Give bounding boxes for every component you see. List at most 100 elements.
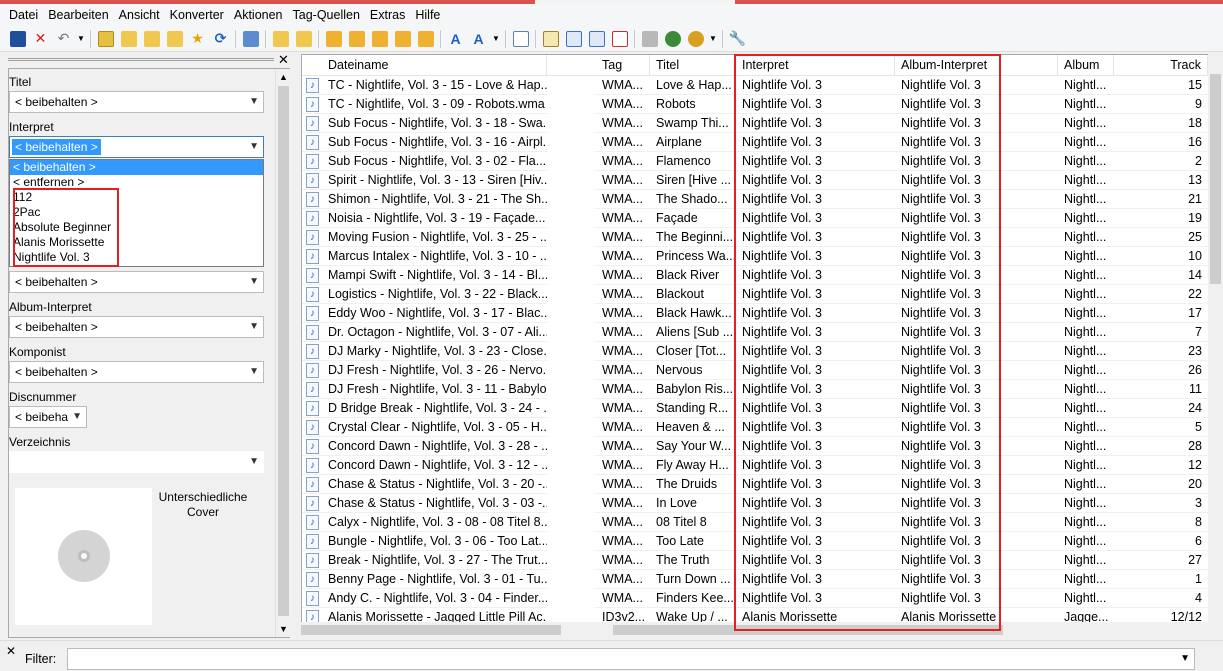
scroll-thumb[interactable] xyxy=(278,86,289,616)
panel-close-icon[interactable]: ✕ xyxy=(278,52,289,68)
table-row[interactable]: ♪ Crystal Clear - Nightlife, Vol. 3 - 05 … xyxy=(302,418,1222,437)
table-row[interactable]: ♪ Chase & Status - Nightlife, Vol. 3 - 03… xyxy=(302,494,1222,513)
cover-image[interactable] xyxy=(15,488,152,625)
grid-vertical-scrollbar[interactable] xyxy=(1208,54,1223,624)
filter-input[interactable]: ▼ xyxy=(67,648,1195,670)
table-row[interactable]: ♪ D Bridge Break - Nightlife, Vol. 3 - 24… xyxy=(302,399,1222,418)
folder-open-icon[interactable] xyxy=(117,28,140,50)
undo-dropdown-icon[interactable]: ▼ xyxy=(75,28,87,50)
chevron-down-icon[interactable]: ▼ xyxy=(249,452,259,472)
web-dropdown-arrow-icon[interactable]: ▼ xyxy=(707,28,719,50)
playlist-2-icon[interactable] xyxy=(585,28,608,50)
table-row[interactable]: ♪ Mampi Swift - Nightlife, Vol. 3 - 14 - … xyxy=(302,266,1222,285)
table-row[interactable]: ♪ Sub Focus - Nightlife, Vol. 3 - 02 - Fl… xyxy=(302,152,1222,171)
table-row[interactable]: ♪ Moving Fusion - Nightlife, Vol. 3 - 25 … xyxy=(302,228,1222,247)
chevron-down-icon[interactable]: ▼ xyxy=(249,362,259,382)
convert-1-icon[interactable] xyxy=(322,28,345,50)
table-row[interactable]: ♪ DJ Marky - Nightlife, Vol. 3 - 23 - Clo… xyxy=(302,342,1222,361)
table-row[interactable]: ♪ TC - Nightlife, Vol. 3 - 09 - Robots.wm… xyxy=(302,95,1222,114)
text-format-icon[interactable]: A xyxy=(467,28,490,50)
table-row[interactable]: ♪ Chase & Status - Nightlife, Vol. 3 - 20… xyxy=(302,475,1222,494)
playlist-icon[interactable] xyxy=(562,28,585,50)
list-icon[interactable] xyxy=(239,28,262,50)
scroll-down-icon[interactable]: ▼ xyxy=(276,621,291,637)
table-row[interactable]: ♪ Marcus Intalex - Nightlife, Vol. 3 - 10… xyxy=(302,247,1222,266)
print-icon[interactable] xyxy=(638,28,661,50)
chevron-down-icon[interactable]: ▼ xyxy=(249,92,259,112)
table-row[interactable]: ♪ Break - Nightlife, Vol. 3 - 27 - The Tr… xyxy=(302,551,1222,570)
titel-combo[interactable]: < beibehalten > ▼ xyxy=(9,91,264,113)
save-icon[interactable] xyxy=(6,28,29,50)
table-row[interactable]: ♪ Eddy Woo - Nightlife, Vol. 3 - 17 - Bla… xyxy=(302,304,1222,323)
scroll-up-icon[interactable]: ▲ xyxy=(276,69,291,85)
convert-3-icon[interactable] xyxy=(368,28,391,50)
column-header-album[interactable]: Album xyxy=(1058,55,1114,76)
album-interpret-combo[interactable]: < beibehalten > ▼ xyxy=(9,316,264,338)
settings-icon[interactable]: 🔧 xyxy=(726,28,749,50)
komponist-combo[interactable]: < beibehalten > ▼ xyxy=(9,361,264,383)
chevron-down-icon[interactable]: ▼ xyxy=(1180,649,1190,669)
column-header-interpret[interactable]: Interpret xyxy=(736,55,895,76)
chevron-down-icon[interactable]: ▼ xyxy=(249,272,259,292)
close-icon[interactable]: ✕ xyxy=(6,644,16,658)
table-row[interactable]: ♪ Logistics - Nightlife, Vol. 3 - 22 - Bl… xyxy=(302,285,1222,304)
table-row[interactable]: ♪ Bungle - Nightlife, Vol. 3 - 06 - Too L… xyxy=(302,532,1222,551)
scroll-thumb[interactable] xyxy=(301,625,561,635)
table-row[interactable]: ♪ Sub Focus - Nightlife, Vol. 3 - 18 - Sw… xyxy=(302,114,1222,133)
tag-source-icon[interactable] xyxy=(608,28,631,50)
undo-icon[interactable]: ↶ xyxy=(52,28,75,50)
verzeichnis-combo[interactable]: ▼ xyxy=(9,451,264,473)
dropdown-option[interactable]: < beibehalten > xyxy=(10,160,263,175)
text-format-dropdown-icon[interactable]: ▼ xyxy=(490,28,502,50)
tag-to-filename-icon[interactable] xyxy=(269,28,292,50)
menu-aktionen[interactable]: Aktionen xyxy=(229,4,288,26)
web-dropdown-icon[interactable] xyxy=(684,28,707,50)
table-row[interactable]: ♪ TC - Nightlife, Vol. 3 - 15 - Love & Ha… xyxy=(302,76,1222,95)
table-row[interactable]: ♪ Dr. Octagon - Nightlife, Vol. 3 - 07 - … xyxy=(302,323,1222,342)
table-row[interactable]: ♪ Benny Page - Nightlife, Vol. 3 - 01 - T… xyxy=(302,570,1222,589)
scroll-thumb[interactable] xyxy=(1210,74,1221,284)
table-row[interactable]: ♪ DJ Fresh - Nightlife, Vol. 3 - 26 - Ner… xyxy=(302,361,1222,380)
chevron-down-icon[interactable]: ▼ xyxy=(72,407,82,427)
convert-4-icon[interactable] xyxy=(391,28,414,50)
delete-icon[interactable]: ✕ xyxy=(29,28,52,50)
menu-datei[interactable]: Datei xyxy=(4,4,43,26)
table-row[interactable]: ♪ Sub Focus - Nightlife, Vol. 3 - 16 - Ai… xyxy=(302,133,1222,152)
folder-go-icon[interactable] xyxy=(163,28,186,50)
column-header-tag[interactable]: Tag xyxy=(596,55,650,76)
web-icon[interactable] xyxy=(661,28,684,50)
table-row[interactable]: ♪ Concord Dawn - Nightlife, Vol. 3 - 28 -… xyxy=(302,437,1222,456)
discnummer-combo[interactable]: < beibeha ▼ xyxy=(9,406,87,428)
menu-tag-quellen[interactable]: Tag-Quellen xyxy=(288,4,365,26)
chevron-down-icon[interactable]: ▼ xyxy=(249,317,259,337)
export-icon[interactable] xyxy=(539,28,562,50)
table-row[interactable]: ♪ Concord Dawn - Nightlife, Vol. 3 - 12 -… xyxy=(302,456,1222,475)
text-icon[interactable]: A xyxy=(444,28,467,50)
table-row[interactable]: ♪ Calyx - Nightlife, Vol. 3 - 08 - 08 Tit… xyxy=(302,513,1222,532)
menu-hilfe[interactable]: Hilfe xyxy=(410,4,445,26)
chevron-down-icon[interactable]: ▼ xyxy=(249,137,259,157)
refresh-icon[interactable]: ⟳ xyxy=(209,28,232,50)
edit-icon[interactable] xyxy=(509,28,532,50)
table-row[interactable]: ♪ Spirit - Nightlife, Vol. 3 - 13 - Siren… xyxy=(302,171,1222,190)
column-header-album-interpret[interactable]: Album-Interpret xyxy=(895,55,1058,76)
filename-to-tag-icon[interactable] xyxy=(292,28,315,50)
grid-horizontal-scrollbar[interactable] xyxy=(301,622,1223,638)
favorite-icon[interactable]: ★ xyxy=(186,28,209,50)
panel-scrollbar[interactable]: ▲ ▼ xyxy=(275,69,290,637)
menu-extras[interactable]: Extras xyxy=(365,4,410,26)
scroll-thumb[interactable] xyxy=(613,625,1003,635)
column-header-track[interactable]: Track xyxy=(1114,55,1208,76)
interpret-combo[interactable]: < beibehalten > ▼ xyxy=(9,136,264,158)
table-row[interactable]: ♪ Noisia - Nightlife, Vol. 3 - 19 - Façad… xyxy=(302,209,1222,228)
menu-ansicht[interactable]: Ansicht xyxy=(114,4,165,26)
table-row[interactable]: ♪ DJ Fresh - Nightlife, Vol. 3 - 11 - Bab… xyxy=(302,380,1222,399)
menu-bearbeiten[interactable]: Bearbeiten xyxy=(43,4,113,26)
table-row[interactable]: ♪ Shimon - Nightlife, Vol. 3 - 21 - The S… xyxy=(302,190,1222,209)
panel-grip[interactable] xyxy=(8,58,274,61)
convert-2-icon[interactable] xyxy=(345,28,368,50)
folder-tree-icon[interactable] xyxy=(140,28,163,50)
add-icon[interactable] xyxy=(94,28,117,50)
column-header-titel[interactable]: Titel xyxy=(650,55,736,76)
column-header-dateiname[interactable]: Dateiname xyxy=(322,55,547,76)
